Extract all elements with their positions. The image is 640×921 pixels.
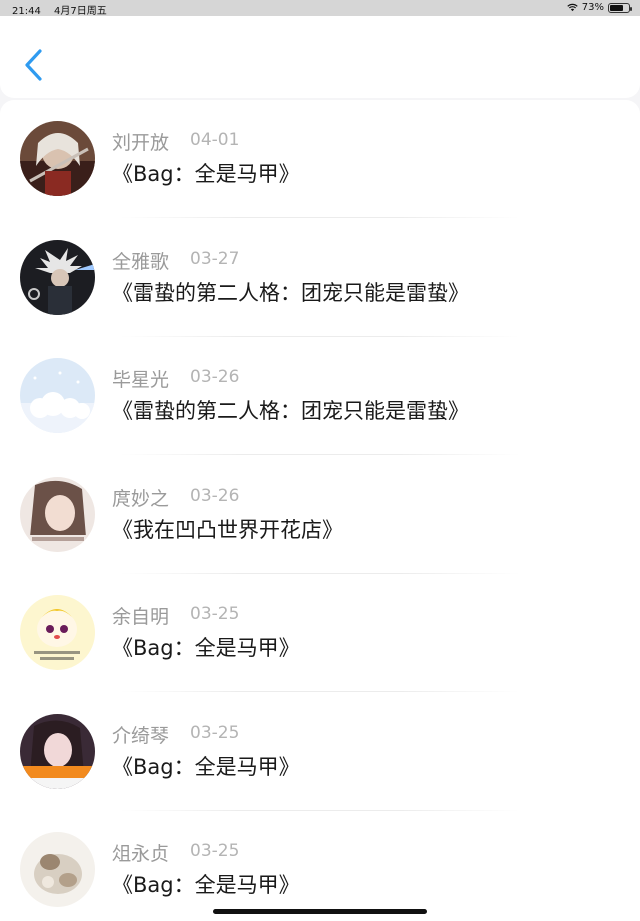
item-date: 03-26 [190, 485, 240, 506]
back-button[interactable] [20, 46, 48, 86]
status-left: 21:44 4月7日周五 [12, 2, 117, 17]
battery-fill [610, 4, 623, 11]
book-title[interactable]: 《雷蛰的第二人格：团宠只能是雷蛰》 [112, 395, 469, 425]
user-name: 余自明 [112, 606, 170, 628]
item-date: 03-27 [190, 248, 240, 269]
book-title[interactable]: 《Bag：全是马甲》 [112, 158, 300, 188]
avatar[interactable] [20, 713, 95, 789]
list-item[interactable]: 余自明 03-25 《Bag：全是马甲》 [0, 574, 640, 692]
list-item[interactable]: 全雅歌 03-27 《雷蛰的第二人格：团宠只能是雷蛰》 [0, 219, 640, 337]
item-date: 03-25 [190, 841, 240, 861]
item-date: 04-01 [190, 130, 240, 150]
book-title[interactable]: 《雷蛰的第二人格：团宠只能是雷蛰》 [112, 277, 469, 307]
item-date: 03-25 [190, 604, 240, 624]
user-name: 介绮琴 [112, 724, 170, 747]
status-right: 73% [567, 2, 632, 13]
item-date: 03-25 [190, 722, 240, 743]
avatar[interactable] [20, 595, 95, 670]
book-title[interactable]: 《我在凹凸世界开花店》 [112, 514, 343, 544]
list-item[interactable]: 刘开放 04-01 《Bag：全是马甲》 [0, 100, 640, 218]
status-bar: 21:44 4月7日周五 73% [0, 0, 640, 17]
user-name: 刘开放 [112, 132, 170, 154]
avatar[interactable] [20, 476, 95, 552]
avatar[interactable] [20, 832, 95, 907]
home-indicator [213, 909, 427, 914]
avatar[interactable] [20, 239, 95, 315]
avatar[interactable] [20, 358, 95, 433]
battery-percent: 73% [581, 2, 604, 13]
book-title[interactable]: 《Bag：全是马甲》 [112, 632, 300, 662]
list-item[interactable]: 介绮琴 03-25 《Bag：全是马甲》 [0, 693, 640, 811]
battery-icon [608, 2, 632, 13]
book-title[interactable]: 《Bag：全是马甲》 [112, 869, 300, 899]
user-name: 俎永贞 [112, 843, 170, 865]
nav-header [0, 16, 640, 98]
user-name: 全雅歌 [112, 250, 170, 273]
chevron-left-icon [25, 49, 42, 81]
list-item[interactable]: 庹妙之 03-26 《我在凹凸世界开花店》 [0, 456, 640, 574]
list-item[interactable]: 俎永贞 03-25 《Bag：全是马甲》 [0, 811, 640, 921]
comment-list: 刘开放 04-01 《Bag：全是马甲》 全雅歌 03-27 《雷蛰的第二人格：团宠只能是… [0, 100, 640, 921]
item-date: 03-26 [190, 367, 240, 387]
wifi-icon [567, 3, 578, 12]
list-item[interactable]: 毕星光 03-26 《雷蛰的第二人格：团宠只能是雷蛰》 [0, 337, 640, 455]
user-name: 庹妙之 [112, 487, 170, 510]
book-title[interactable]: 《Bag：全是马甲》 [112, 751, 300, 781]
avatar[interactable] [20, 121, 95, 196]
user-name: 毕星光 [112, 369, 170, 391]
